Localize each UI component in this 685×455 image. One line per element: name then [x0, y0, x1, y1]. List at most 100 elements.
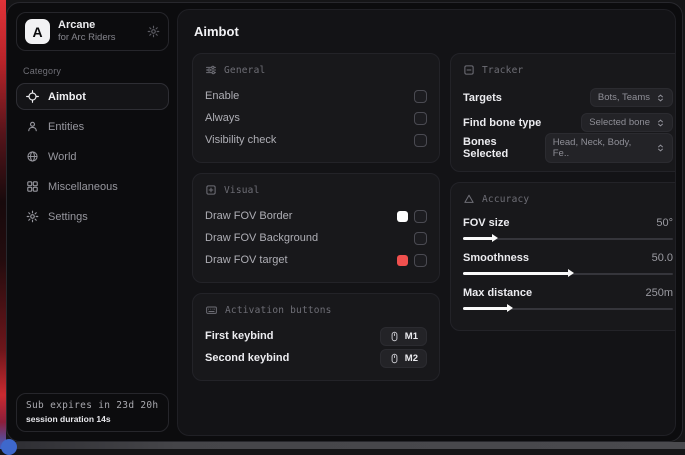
app-logo: A	[25, 19, 50, 44]
background-bottom-strip	[6, 442, 685, 449]
enable-checkbox[interactable]	[414, 90, 427, 103]
app-subtitle: for Arc Riders	[58, 32, 139, 44]
page-title: Aimbot	[194, 24, 661, 39]
settings-gear-icon[interactable]	[147, 25, 160, 38]
fov-background-checkbox[interactable]	[414, 232, 427, 245]
dropdown-value: Selected bone	[589, 117, 650, 128]
chevrons-up-down-icon	[656, 93, 665, 103]
color-swatch[interactable]	[397, 211, 408, 222]
sidebar-item-label: Settings	[48, 211, 88, 223]
left-column: General Enable Always Visibility check	[192, 53, 440, 381]
category-label: Category	[23, 66, 169, 76]
slider-thumb[interactable]	[507, 304, 513, 312]
tracker-icon	[463, 64, 475, 76]
keyboard-icon	[205, 304, 218, 316]
first-keybind-button[interactable]: M1	[380, 327, 427, 346]
fov-size-slider-group: FOV size 50°	[463, 214, 673, 243]
card-title: General	[224, 65, 265, 76]
fov-target-checkbox[interactable]	[414, 254, 427, 267]
max-distance-slider-group: Max distance 250m	[463, 284, 673, 313]
setting-row-always: Always	[205, 107, 427, 129]
max-distance-slider[interactable]	[463, 304, 673, 313]
slider-label: Smoothness	[463, 252, 529, 264]
tracker-card: Tracker Targets Bots, Teams	[450, 53, 676, 172]
brand-header: A Arcane for Arc Riders	[16, 12, 169, 51]
setting-label: Always	[205, 112, 240, 124]
smoothness-slider-group: Smoothness 50.0	[463, 249, 673, 278]
sidebar-nav: Aimbot Entities World	[16, 83, 169, 230]
second-keybind-button[interactable]: M2	[380, 349, 427, 368]
sidebar-item-label: World	[48, 151, 77, 163]
fov-size-slider[interactable]	[463, 234, 673, 243]
setting-row-fov-target: Draw FOV target	[205, 249, 427, 271]
sidebar-item-miscellaneous[interactable]: Miscellaneous	[16, 173, 169, 200]
mouse-icon	[389, 331, 400, 342]
card-title: Activation buttons	[225, 305, 332, 316]
cheat-menu-window: A Arcane for Arc Riders Category	[6, 2, 683, 442]
setting-row-bones-selected: Bones Selected Head, Neck, Body, Fe..	[463, 135, 673, 160]
setting-label: Targets	[463, 92, 502, 104]
slider-label: Max distance	[463, 287, 532, 299]
bones-selected-dropdown[interactable]: Head, Neck, Body, Fe..	[545, 133, 673, 163]
slider-thumb[interactable]	[568, 269, 574, 277]
sidebar-item-entities[interactable]: Entities	[16, 113, 169, 140]
visual-icon	[205, 184, 217, 196]
activation-buttons-card: Activation buttons First keybind M1	[192, 293, 440, 381]
entities-icon	[26, 120, 39, 133]
setting-row-fov-background: Draw FOV Background	[205, 227, 427, 249]
setting-row-visibility-check: Visibility check	[205, 129, 427, 151]
background-corner-dot	[1, 439, 17, 455]
dropdown-value: Bots, Teams	[598, 92, 650, 103]
visibility-check-checkbox[interactable]	[414, 134, 427, 147]
general-card: General Enable Always Visibility check	[192, 53, 440, 163]
setting-label: Visibility check	[205, 134, 276, 146]
visual-card-header: Visual	[205, 184, 427, 196]
smoothness-slider[interactable]	[463, 269, 673, 278]
setting-row-enable: Enable	[205, 85, 427, 107]
globe-icon	[26, 150, 39, 163]
app-name: Arcane	[58, 19, 139, 32]
setting-label: Second keybind	[205, 352, 289, 364]
sidebar-item-settings[interactable]: Settings	[16, 203, 169, 230]
setting-label: Draw FOV Border	[205, 210, 292, 222]
keybind-value: M2	[405, 353, 418, 364]
chevrons-up-down-icon	[656, 143, 665, 153]
fov-border-checkbox[interactable]	[414, 210, 427, 223]
sidebar-item-world[interactable]: World	[16, 143, 169, 170]
chevrons-up-down-icon	[656, 118, 665, 128]
always-checkbox[interactable]	[414, 112, 427, 125]
slider-label: FOV size	[463, 217, 509, 229]
accuracy-card: Accuracy FOV size 50°	[450, 182, 676, 331]
sidebar-item-label: Miscellaneous	[48, 181, 118, 193]
find-bone-type-dropdown[interactable]: Selected bone	[581, 113, 673, 132]
targets-dropdown[interactable]: Bots, Teams	[590, 88, 673, 107]
keybind-value: M1	[405, 331, 418, 342]
slider-value: 50°	[656, 217, 673, 229]
general-card-header: General	[205, 64, 427, 76]
slider-thumb[interactable]	[492, 234, 498, 242]
mouse-icon	[389, 353, 400, 364]
activation-card-header: Activation buttons	[205, 304, 427, 316]
card-title: Visual	[224, 185, 260, 196]
session-duration-text: session duration 14s	[26, 414, 159, 424]
dropdown-value: Head, Neck, Body, Fe..	[553, 137, 650, 159]
sidebar-item-label: Aimbot	[48, 91, 86, 103]
card-title: Accuracy	[482, 194, 529, 205]
setting-label: Draw FOV target	[205, 254, 288, 266]
color-swatch[interactable]	[397, 255, 408, 266]
accuracy-card-header: Accuracy	[463, 193, 673, 205]
sub-expires-text: Sub expires in 23d 20h	[26, 400, 159, 411]
setting-label: Find bone type	[463, 117, 541, 129]
slider-value: 250m	[645, 287, 673, 299]
setting-row-find-bone-type: Find bone type Selected bone	[463, 110, 673, 135]
tracker-card-header: Tracker	[463, 64, 673, 76]
setting-row-first-keybind: First keybind M1	[205, 325, 427, 347]
slider-value: 50.0	[652, 252, 673, 264]
gear-icon	[26, 210, 39, 223]
sidebar-item-label: Entities	[48, 121, 84, 133]
triangle-icon	[463, 193, 475, 205]
sidebar-item-aimbot[interactable]: Aimbot	[16, 83, 169, 110]
setting-label: Draw FOV Background	[205, 232, 318, 244]
setting-row-second-keybind: Second keybind M2	[205, 347, 427, 369]
setting-row-targets: Targets Bots, Teams	[463, 85, 673, 110]
